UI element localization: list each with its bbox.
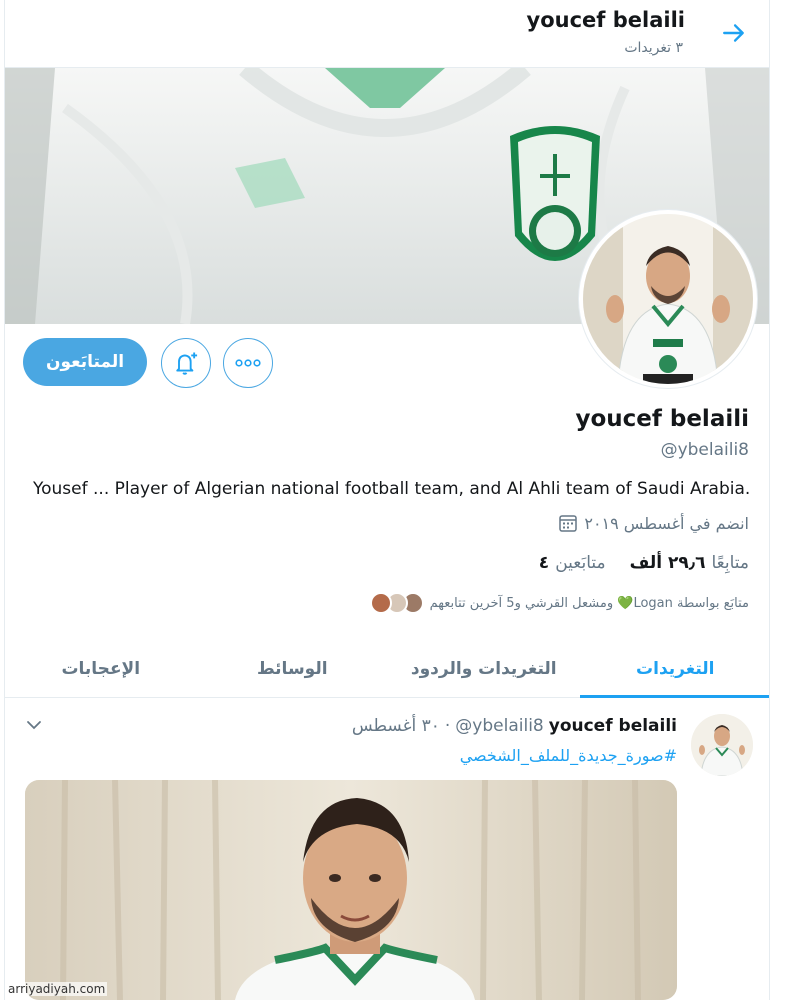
following-label: متابَعين [555,553,606,573]
joined-text: انضم في أغسطس ٢٠١٩ [584,513,749,533]
following-count: ٤ [538,553,550,573]
watermark: arriyadiyah.com [6,982,108,996]
mutual-avatars [369,592,424,614]
followed-by-text: متابَع بواسطة Logan💚 ومشعل القرشي و5 آخر… [429,595,749,611]
tweet-handle[interactable]: @ybelaili8 [455,716,543,736]
followers-label: متابِعًا [711,553,749,573]
following-button[interactable]: المتابَعون [23,338,147,386]
tab-likes[interactable]: الإعجابات [5,640,197,697]
profile-bio: Yousef ... Player of Algerian national f… [33,479,751,499]
top-bar: youcef belaili ٣ تغريدات [5,0,769,68]
profile-tabs: التغريدات التغريدات والردود الوسائط الإع… [5,640,769,698]
tweet-author[interactable]: youcef belaili [549,716,677,736]
tweet-header: youcef belaili @ybelaili8 · ٣٠ أغسطس [352,716,677,736]
profile-frame: youcef belaili ٣ تغريدات المتابَعون youc… [4,0,770,1000]
more-icon [235,359,261,367]
player-photo [583,214,753,384]
more-options-button[interactable] [223,338,273,388]
profile-avatar[interactable] [579,210,757,388]
followers-count: ٢٩٫٦ ألف [629,553,706,573]
tab-media[interactable]: الوسائط [197,640,389,697]
tweet-date[interactable]: ٣٠ أغسطس [352,716,440,736]
chevron-down-icon[interactable] [25,716,43,734]
profile-handle: @ybelaili8 [660,440,749,460]
tab-tweets[interactable]: التغريدات [579,640,769,698]
following-stat[interactable]: ٤ متابَعين [539,553,606,573]
calendar-icon [559,515,578,532]
followed-by[interactable]: متابَع بواسطة Logan💚 ومشعل القرشي و5 آخر… [369,592,749,614]
joined-date: انضم في أغسطس ٢٠١٩ [558,513,749,533]
tweet-hashtag[interactable]: #صورة_جديدة_للملف_الشخصي [460,746,677,765]
header-tweet-count: ٣ تغريدات [624,40,683,56]
tweet-avatar[interactable] [691,714,753,776]
tweet-avatar-photo [691,714,753,776]
notifications-button[interactable] [161,338,211,388]
tab-tweets-replies[interactable]: التغريدات والردود [388,640,580,697]
follow-stats: ٤ متابَعين ٢٩٫٦ ألف متابِعًا [539,553,749,573]
tweet-image[interactable] [25,780,677,1000]
arrow-right-icon[interactable] [721,20,747,46]
bell-plus-icon [176,352,198,375]
avatar [369,592,392,614]
tweet-photo [25,780,677,1000]
tweet-separator: · [444,716,451,736]
followers-stat[interactable]: ٢٩٫٦ ألف متابِعًا [630,553,749,573]
profile-name: youcef belaili [575,406,749,432]
header-name: youcef belaili [526,8,685,32]
